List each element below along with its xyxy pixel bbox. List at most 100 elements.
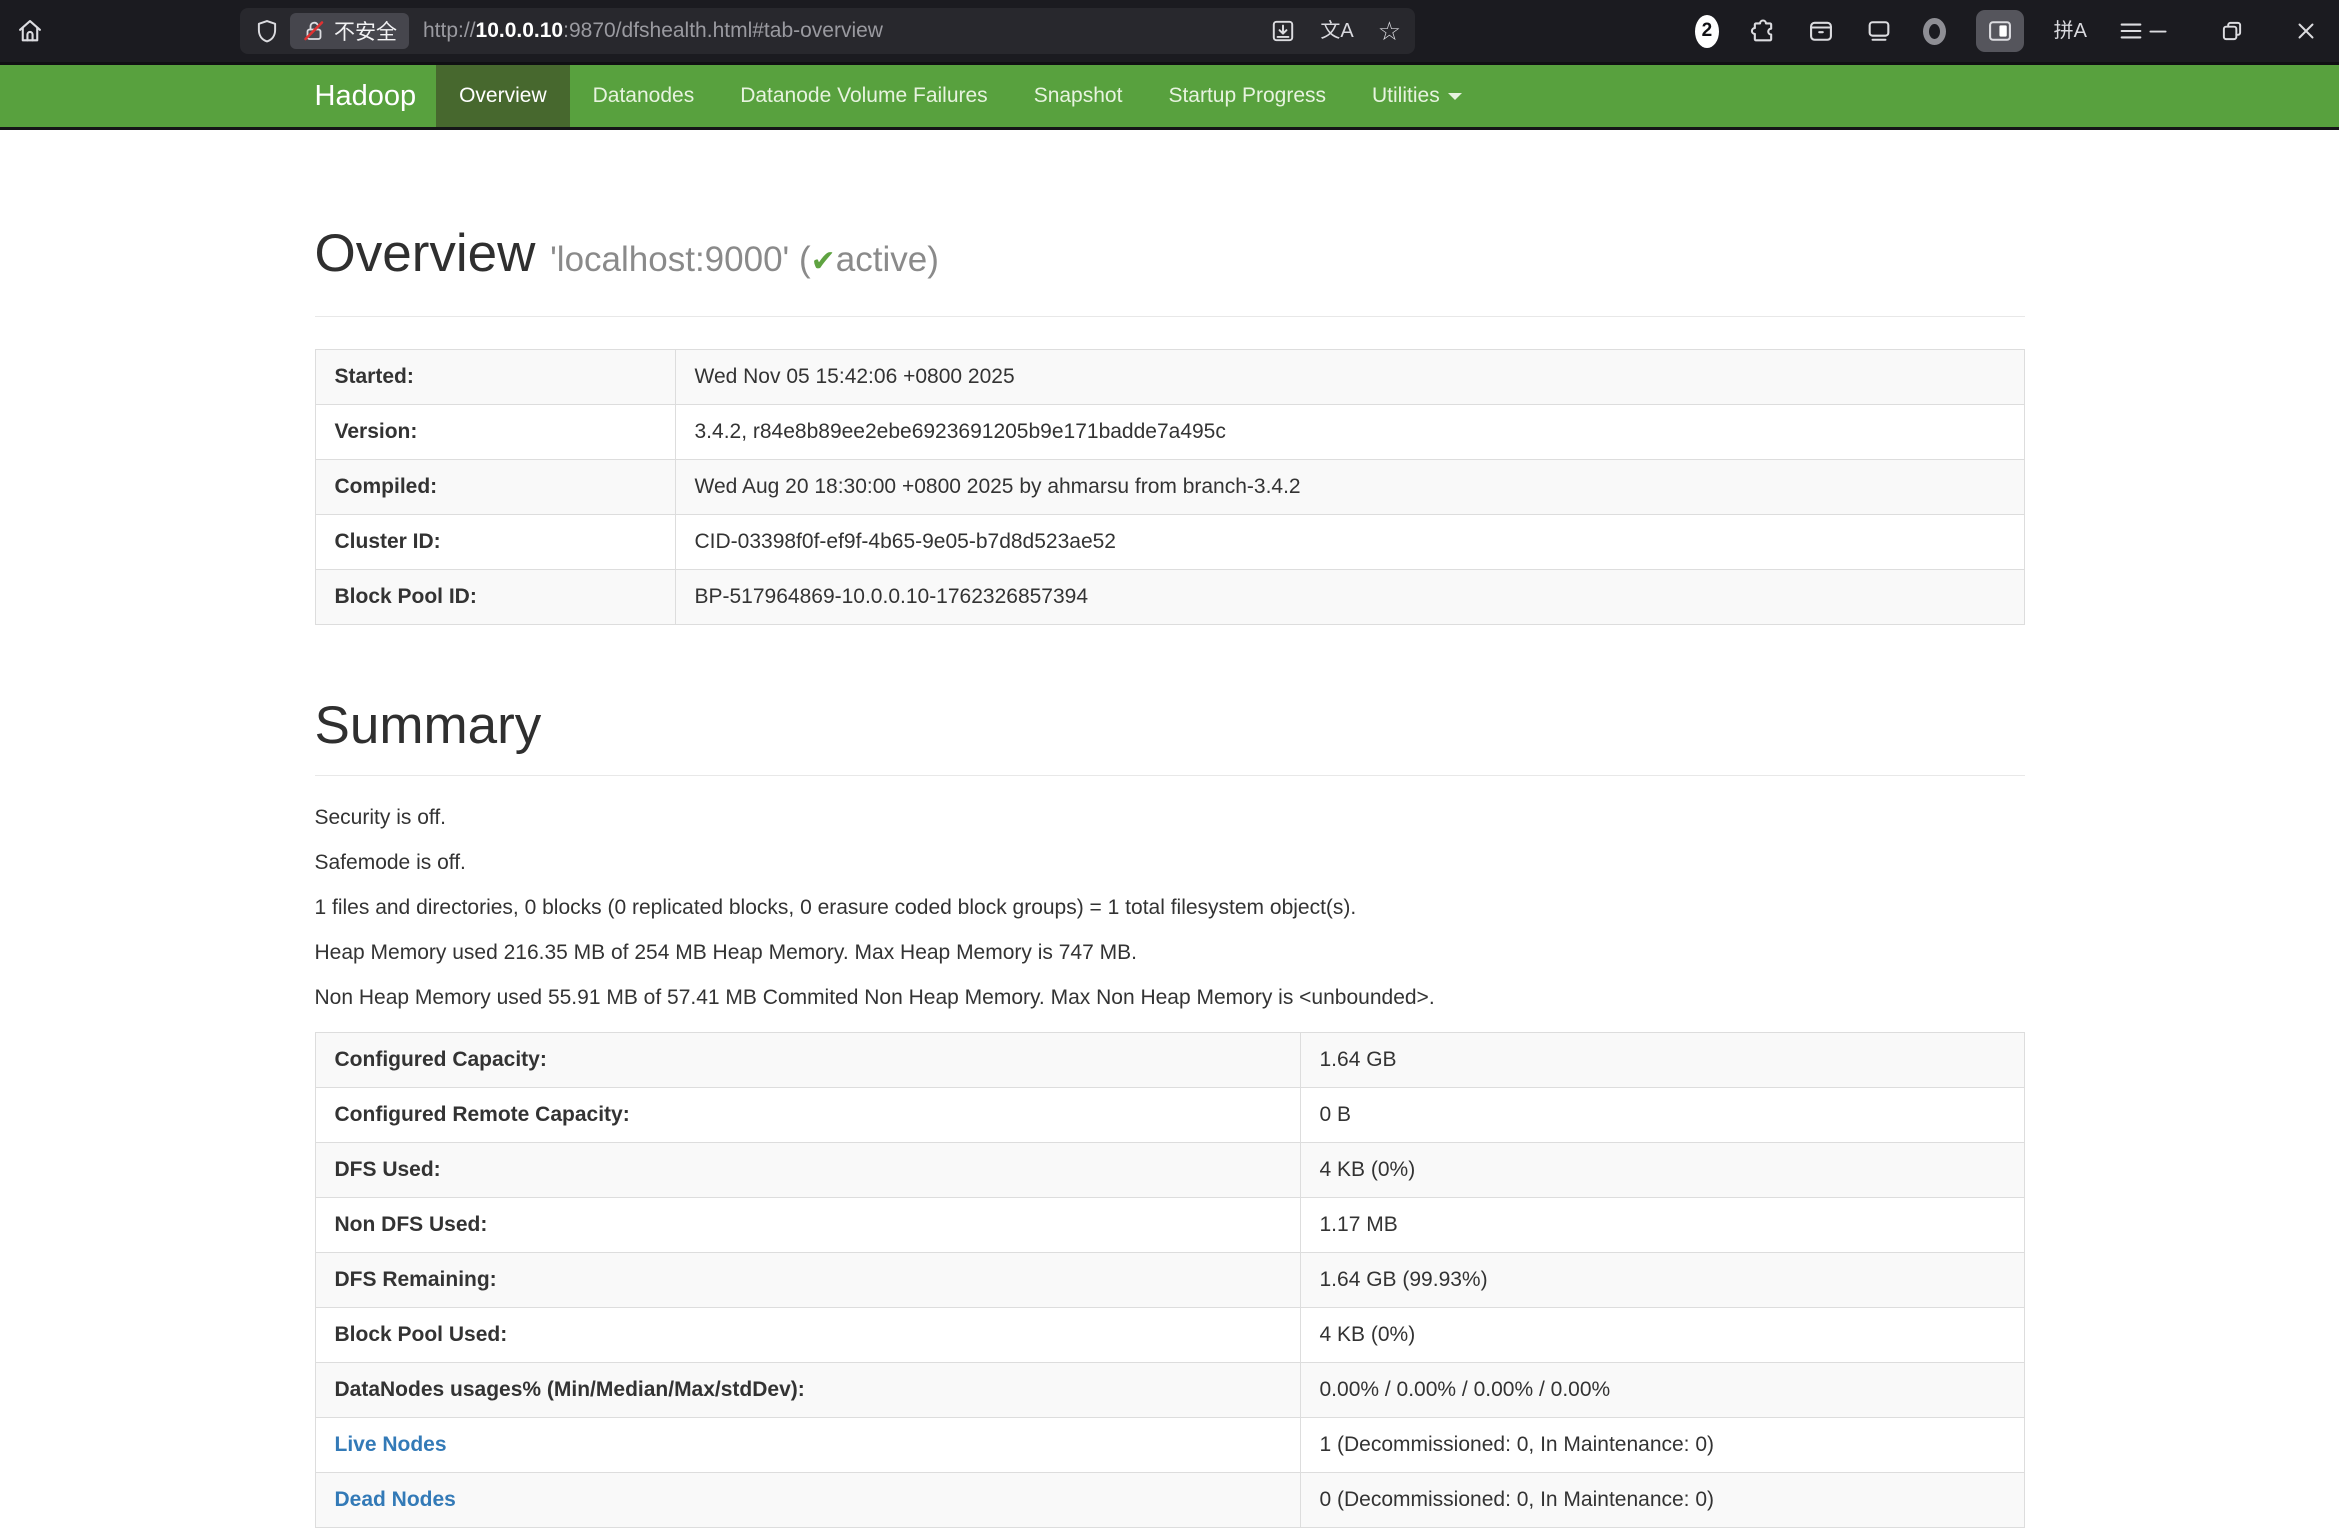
overview-info-label: Compiled: — [315, 460, 675, 515]
nav-tab-label[interactable]: Overview — [436, 65, 570, 127]
summary-line: Heap Memory used 216.35 MB of 254 MB Hea… — [315, 939, 2025, 967]
account-badge[interactable]: 2 — [1695, 15, 1719, 48]
nav-tabs: OverviewDatanodesDatanode Volume Failure… — [436, 65, 1485, 127]
hadoop-navbar: Hadoop OverviewDatanodesDatanode Volume … — [0, 62, 2339, 130]
translate-pinyin-icon[interactable]: 拼A — [2054, 21, 2087, 41]
recording-indicator-icon[interactable] — [1923, 18, 1946, 45]
minimize-icon[interactable] — [2145, 18, 2171, 44]
summary-stat-label: Block Pool Used: — [315, 1308, 1300, 1363]
overview-info-row: Compiled:Wed Aug 20 18:30:00 +0800 2025 … — [315, 460, 2024, 515]
summary-text-block: Security is off. Safemode is off. 1 files … — [315, 804, 2025, 1012]
title-divider — [315, 316, 2025, 317]
overview-info-label: Version: — [315, 405, 675, 460]
active-check-icon: ✔ — [811, 245, 836, 278]
summary-stat-value: 0 B — [1300, 1088, 2024, 1143]
overview-info-label: Block Pool ID: — [315, 570, 675, 625]
summary-stat-value: 4 KB (0%) — [1300, 1143, 2024, 1198]
not-secure-badge[interactable]: 不安全 — [290, 13, 409, 49]
summary-stat-row: Live Nodes1 (Decommissioned: 0, In Maint… — [315, 1418, 2024, 1473]
summary-stat-row: Block Pool Used:4 KB (0%) — [315, 1308, 2024, 1363]
page-title: Overview 'localhost:9000' (✔active) — [315, 225, 2025, 291]
save-page-icon[interactable] — [1270, 18, 1296, 44]
translate-icon[interactable]: 文A — [1320, 21, 1353, 41]
nav-tab-snapshot[interactable]: Snapshot — [1011, 65, 1146, 127]
menu-hamburger-icon[interactable] — [2117, 17, 2145, 45]
nav-tab-datanodes[interactable]: Datanodes — [570, 65, 718, 127]
overview-info-value: Wed Nov 05 15:42:06 +0800 2025 — [675, 350, 2024, 405]
summary-stat-label: Non DFS Used: — [315, 1198, 1300, 1253]
summary-stat-row: Dead Nodes 0 (Decommissioned: 0, In Maint… — [315, 1473, 2024, 1528]
summary-divider — [315, 775, 2025, 776]
live-nodes-link[interactable]: Live Nodes — [335, 1433, 447, 1456]
browser-extension-area: 2 拼A — [1695, 10, 2145, 52]
nav-tab-utilities[interactable]: Utilities — [1349, 65, 1485, 127]
overview-info-table: Started:Wed Nov 05 15:42:06 +0800 2025Ve… — [315, 349, 2025, 625]
nav-tab-label[interactable]: Startup Progress — [1145, 65, 1349, 127]
summary-title: Summary — [315, 697, 2025, 755]
namenode-host-label: 'localhost:9000' (✔active) — [550, 240, 939, 279]
extensions-puzzle-icon[interactable] — [1749, 17, 1777, 45]
summary-stat-row: DFS Used:4 KB (0%) — [315, 1143, 2024, 1198]
page-content: Overview 'localhost:9000' (✔active) Star… — [315, 225, 2025, 1528]
overview-info-value: BP-517964869-10.0.0.10-1762326857394 — [675, 570, 2024, 625]
nav-tab-startup-progress[interactable]: Startup Progress — [1145, 65, 1349, 127]
summary-line: Security is off. — [315, 804, 2025, 832]
overview-info-value: Wed Aug 20 18:30:00 +0800 2025 by ahmars… — [675, 460, 2024, 515]
not-secure-label: 不安全 — [334, 16, 397, 46]
home-icon[interactable] — [10, 11, 50, 51]
overview-info-row: Started:Wed Nov 05 15:42:06 +0800 2025 — [315, 350, 2024, 405]
summary-line: Non Heap Memory used 55.91 MB of 57.41 M… — [315, 984, 2025, 1012]
summary-stat-value: 0.00% / 0.00% / 0.00% / 0.00% — [1300, 1363, 2024, 1418]
shield-icon[interactable] — [254, 18, 280, 44]
navbar-brand[interactable]: Hadoop — [315, 65, 417, 127]
downloads-archive-icon[interactable] — [1807, 17, 1835, 45]
summary-stat-value: 1.64 GB (99.93%) — [1300, 1253, 2024, 1308]
summary-stat-link-cell: Live Nodes — [315, 1418, 1300, 1473]
summary-line: Safemode is off. — [315, 849, 2025, 877]
overview-info-value: CID-03398f0f-ef9f-4b65-9e05-b7d8d523ae52 — [675, 515, 2024, 570]
close-icon[interactable] — [2293, 18, 2319, 44]
summary-stat-label: DataNodes usages% (Min/Median/Max/stdDev… — [315, 1363, 1300, 1418]
summary-stat-value: 4 KB (0%) — [1300, 1308, 2024, 1363]
summary-stat-label: DFS Used: — [315, 1143, 1300, 1198]
nav-tab-label[interactable]: Utilities — [1349, 65, 1485, 127]
browser-toolbar: 不安全 http://10.0.0.10:9870/dfshealth.html… — [0, 0, 2339, 62]
summary-stat-link-cell: Dead Nodes — [315, 1473, 1300, 1528]
nav-tab-label[interactable]: Snapshot — [1011, 65, 1146, 127]
summary-stat-label: DFS Remaining: — [315, 1253, 1300, 1308]
sidebar-toggle-icon[interactable] — [1976, 10, 2024, 52]
broken-lock-icon — [302, 19, 326, 43]
nav-tab-label[interactable]: Datanodes — [570, 65, 718, 127]
url-path: :9870/dfshealth.html#tab-overview — [563, 19, 883, 42]
overview-info-row: Version:3.4.2, r84e8b89ee2ebe6923691205b… — [315, 405, 2024, 460]
caret-down-icon — [1448, 93, 1462, 100]
dead-nodes-link[interactable]: Dead Nodes — [335, 1488, 456, 1511]
summary-line: 1 files and directories, 0 blocks (0 rep… — [315, 894, 2025, 922]
overview-info-label: Cluster ID: — [315, 515, 675, 570]
summary-stat-row: Non DFS Used:1.17 MB — [315, 1198, 2024, 1253]
summary-stat-row: Configured Capacity:1.64 GB — [315, 1033, 2024, 1088]
window-controls — [2145, 18, 2339, 44]
summary-stats-table: Configured Capacity:1.64 GBConfigured Re… — [315, 1032, 2025, 1528]
summary-stat-label: Configured Remote Capacity: — [315, 1088, 1300, 1143]
overview-info-row: Cluster ID:CID-03398f0f-ef9f-4b65-9e05-b… — [315, 515, 2024, 570]
active-status-label: active — [836, 240, 927, 279]
nav-tab-overview[interactable]: Overview — [436, 65, 570, 127]
overview-info-row: Block Pool ID:BP-517964869-10.0.0.10-176… — [315, 570, 2024, 625]
summary-stat-value: 0 (Decommissioned: 0, In Maintenance: 0) — [1300, 1473, 2024, 1528]
summary-stat-row: Configured Remote Capacity:0 B — [315, 1088, 2024, 1143]
restore-window-icon[interactable] — [2219, 18, 2245, 44]
summary-stat-value: 1.64 GB — [1300, 1033, 2024, 1088]
summary-stat-label: Configured Capacity: — [315, 1033, 1300, 1088]
address-bar[interactable]: 不安全 http://10.0.0.10:9870/dfshealth.html… — [240, 8, 1415, 54]
nav-tab-label[interactable]: Datanode Volume Failures — [717, 65, 1010, 127]
summary-stat-row: DFS Remaining:1.64 GB (99.93%) — [315, 1253, 2024, 1308]
overview-info-value: 3.4.2, r84e8b89ee2ebe6923691205b9e171bad… — [675, 405, 2024, 460]
tabs-stack-icon[interactable] — [1865, 17, 1893, 45]
overview-info-label: Started: — [315, 350, 675, 405]
bookmark-star-icon[interactable]: ☆ — [1378, 16, 1401, 47]
nav-tab-datanode-volume-failures[interactable]: Datanode Volume Failures — [717, 65, 1010, 127]
summary-stat-value: 1.17 MB — [1300, 1198, 2024, 1253]
url-host: 10.0.0.10 — [476, 19, 564, 42]
url-scheme: http:// — [423, 19, 476, 42]
